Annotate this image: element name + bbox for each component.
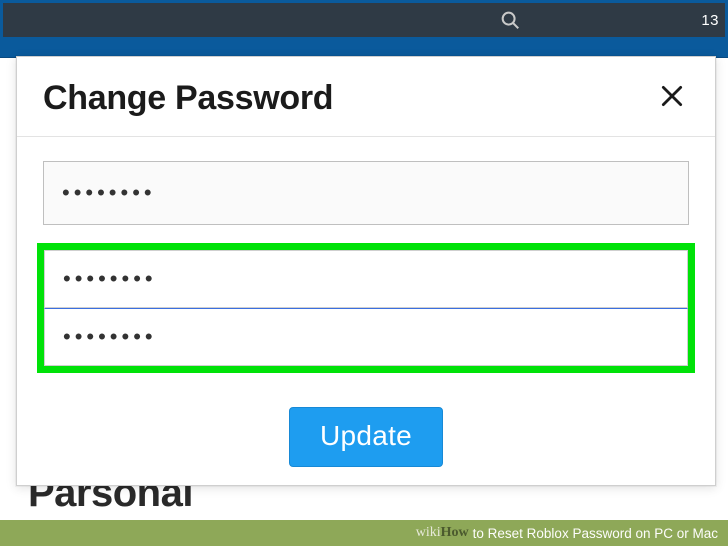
caption-bar: wikiHow to Reset Roblox Password on PC o… [0,520,728,546]
change-password-modal: Change Password •••••••• •••••••• ••••••… [16,56,716,486]
update-button[interactable]: Update [289,407,443,467]
highlighted-password-group: •••••••• •••••••• [37,243,695,373]
modal-body: •••••••• •••••••• •••••••• Update [17,137,715,467]
confirm-password-field[interactable]: •••••••• [44,308,688,366]
close-icon [659,83,685,114]
page-background: 13 Parsonal Change Password •••••••• •••… [0,0,728,546]
caption-brand-how: How [441,525,469,541]
topbar-number: 13 [701,12,719,29]
caption-text: to Reset Roblox Password on PC or Mac [473,526,718,541]
current-password-field[interactable]: •••••••• [43,161,689,225]
new-password-field[interactable]: •••••••• [44,250,688,308]
close-button[interactable] [657,84,687,114]
caption-brand-wiki: wiki [416,525,441,541]
search-icon[interactable] [499,9,521,31]
topbar-inner: 13 [3,3,725,37]
modal-actions: Update [43,407,689,467]
app-topbar: 13 [0,0,728,58]
modal-title: Change Password [43,79,333,118]
modal-header: Change Password [17,57,715,137]
